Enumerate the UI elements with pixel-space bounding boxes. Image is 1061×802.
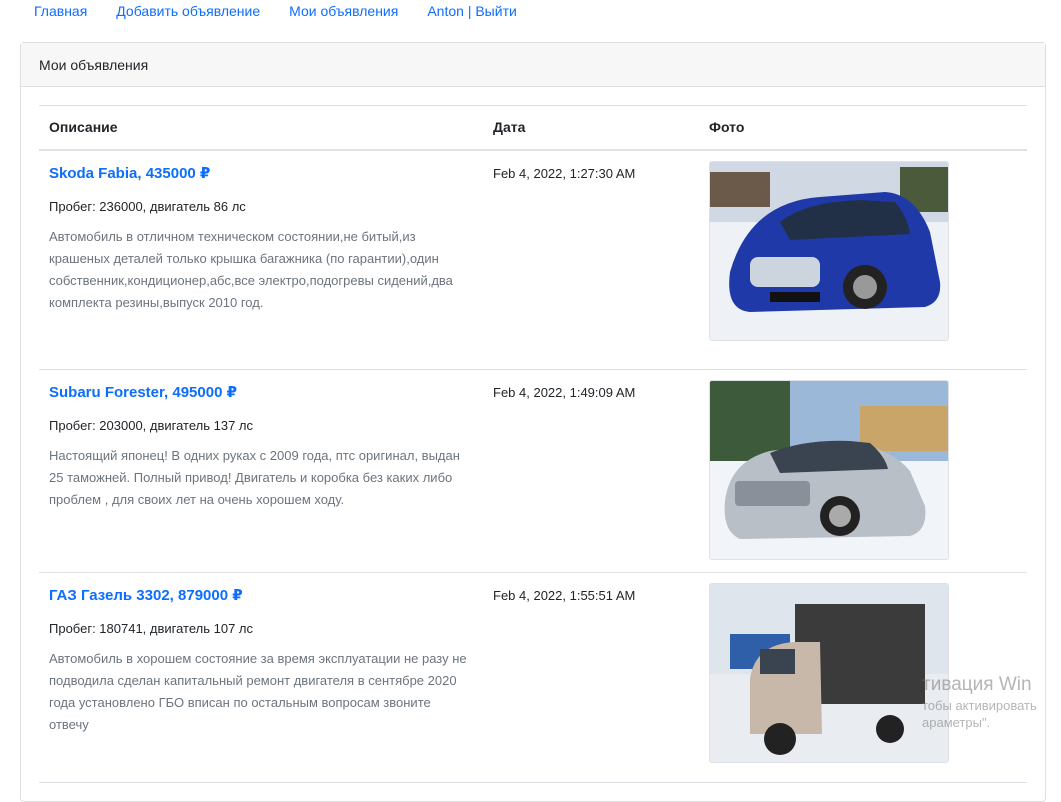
date-cell: Feb 4, 2022, 1:49:09 AM xyxy=(483,369,699,573)
ad-description: Автомобиль в отличном техническом состоя… xyxy=(49,228,453,310)
ad-photo[interactable] xyxy=(709,160,949,341)
photo-cell xyxy=(699,572,1027,783)
ads-table: Описание Дата Фото Skoda Fabia, 435000 ₽… xyxy=(39,105,1027,783)
ad-description: Автомобиль в хорошем состояние за время … xyxy=(49,651,467,732)
photo-cell xyxy=(699,369,1027,573)
card-header-title: Мои объявления xyxy=(21,43,1045,87)
table-row: ГАЗ Газель 3302, 879000 ₽ Пробег: 180741… xyxy=(39,572,1027,783)
ad-mileage: Пробег: 236000, двигатель 86 лс xyxy=(49,198,246,214)
car-photo-hatchback xyxy=(710,161,948,340)
ad-date: Feb 4, 2022, 1:27:30 AM xyxy=(493,165,636,181)
table-row: Skoda Fabia, 435000 ₽ Пробег: 236000, дв… xyxy=(39,149,1027,370)
ad-mileage: Пробег: 203000, двигатель 137 лс xyxy=(49,418,254,433)
nav-user-logout-link[interactable]: Anton | Выйти xyxy=(427,0,516,22)
ad-title-link[interactable]: Skoda Fabia, 435000 ₽ xyxy=(49,164,210,182)
ad-description: Настоящий японец! В одних руках с 2009 г… xyxy=(49,448,460,507)
ad-date: Feb 4, 2022, 1:49:09 AM xyxy=(493,385,636,400)
ad-mileage: Пробег: 180741, двигатель 107 лс xyxy=(49,621,254,636)
ad-title-link[interactable]: Subaru Forester, 495000 ₽ xyxy=(49,383,237,401)
my-ads-card: Мои объявления Описание Дата Фото Skoda … xyxy=(20,42,1046,802)
date-cell: Feb 4, 2022, 1:55:51 AM xyxy=(483,572,699,783)
description-cell: Subaru Forester, 495000 ₽ Пробег: 203000… xyxy=(39,369,483,573)
date-cell: Feb 4, 2022, 1:27:30 AM xyxy=(483,149,699,370)
top-navigation: Главная Добавить объявление Мои объявлен… xyxy=(0,0,517,22)
column-header-date: Дата xyxy=(483,105,699,151)
nav-add-ad-link[interactable]: Добавить объявление xyxy=(116,0,260,22)
photo-cell xyxy=(699,149,1027,370)
description-cell: ГАЗ Газель 3302, 879000 ₽ Пробег: 180741… xyxy=(39,572,483,783)
column-header-photo: Фото xyxy=(699,105,1027,151)
truck-photo xyxy=(710,584,948,762)
ad-photo[interactable] xyxy=(709,583,949,763)
table-header-row: Описание Дата Фото xyxy=(39,105,1027,151)
description-cell: Skoda Fabia, 435000 ₽ Пробег: 236000, дв… xyxy=(39,149,483,370)
table-row: Subaru Forester, 495000 ₽ Пробег: 203000… xyxy=(39,369,1027,573)
ad-photo[interactable] xyxy=(709,380,949,560)
ad-date: Feb 4, 2022, 1:55:51 AM xyxy=(493,588,636,603)
car-photo-suv xyxy=(710,381,948,559)
nav-home-link[interactable]: Главная xyxy=(34,0,87,22)
column-header-description: Описание xyxy=(39,105,483,151)
ad-title-link[interactable]: ГАЗ Газель 3302, 879000 ₽ xyxy=(49,586,243,604)
nav-my-ads-link[interactable]: Мои объявления xyxy=(289,0,398,22)
